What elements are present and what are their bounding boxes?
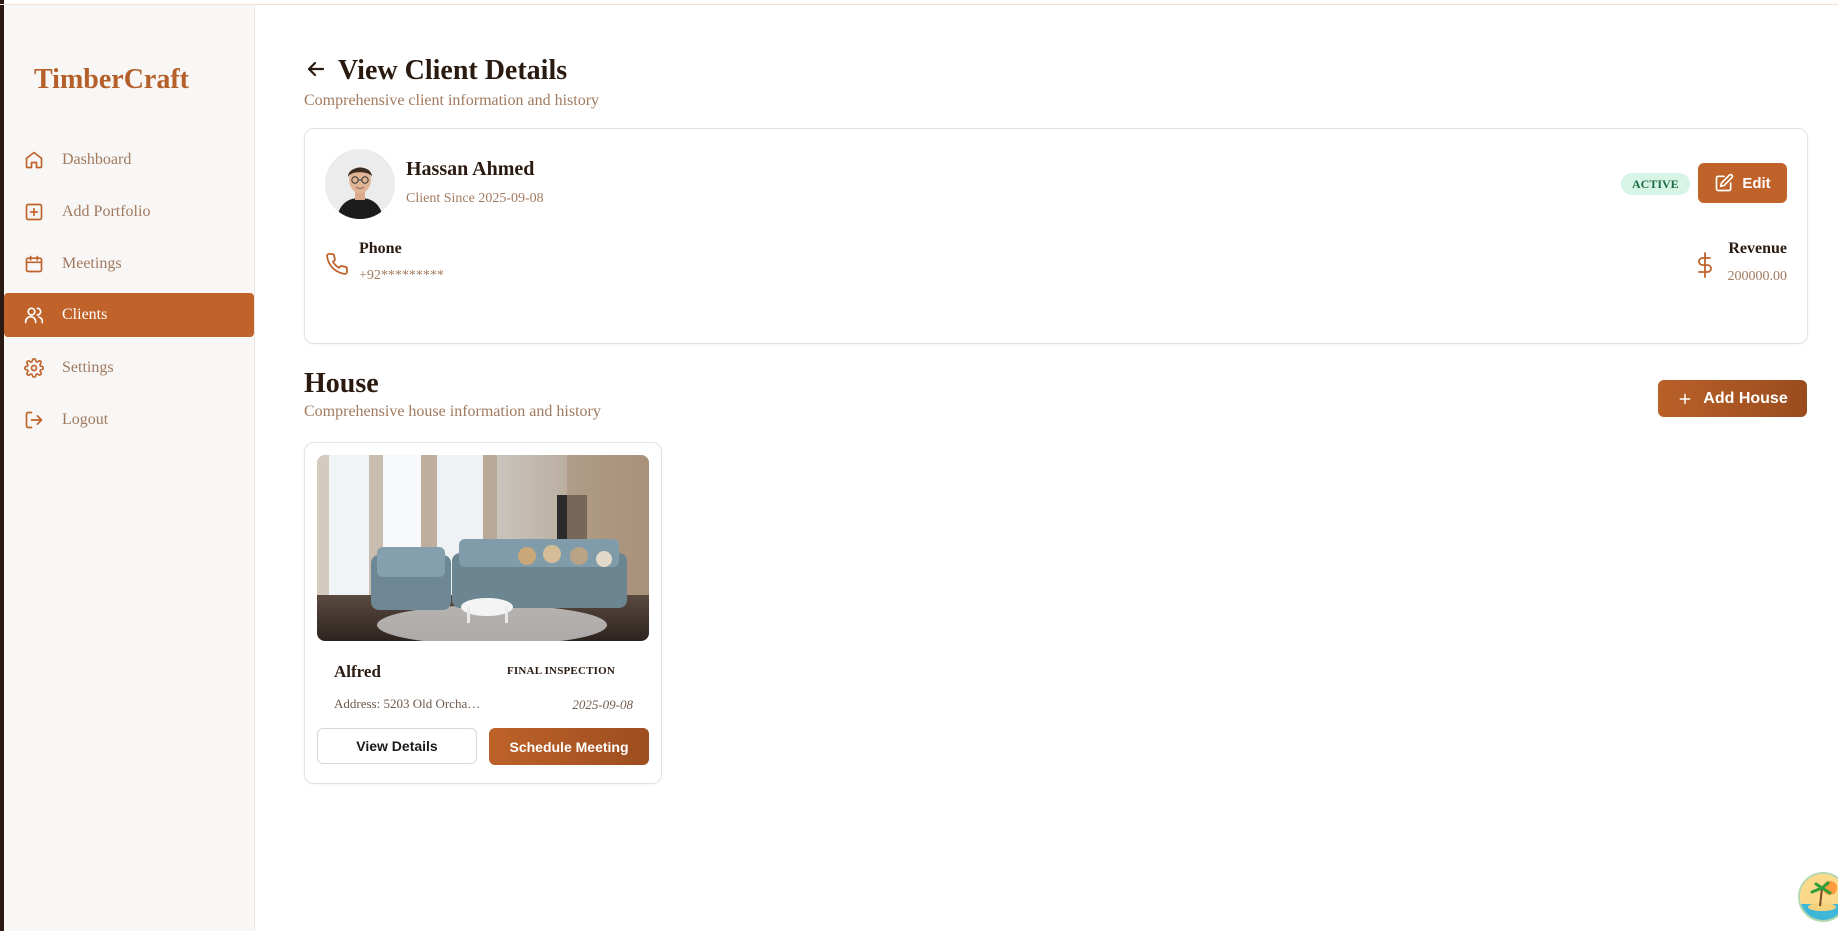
page-title: View Client Details	[338, 55, 568, 86]
sidebar-item-clients[interactable]: Clients	[4, 293, 254, 337]
logout-icon	[24, 410, 44, 430]
sidebar-item-settings[interactable]: Settings	[4, 346, 254, 390]
sidebar-item-label: Settings	[62, 359, 114, 376]
sidebar-item-meetings[interactable]: Meetings	[4, 242, 254, 286]
sidebar-item-label: Meetings	[62, 255, 122, 272]
client-name: Hassan Ahmed	[406, 158, 535, 180]
add-house-button[interactable]: Add House	[1658, 380, 1807, 417]
back-arrow-icon[interactable]	[304, 57, 328, 81]
house-section-subtitle: Comprehensive house information and hist…	[304, 403, 601, 420]
sidebar-item-label: Dashboard	[62, 151, 132, 168]
sidebar-item-label: Clients	[62, 306, 108, 323]
main-content: View Client Details Comprehensive client…	[255, 5, 1838, 931]
status-badge: ACTIVE	[1621, 173, 1690, 195]
brand-logo-text[interactable]: TimberCraft	[34, 64, 189, 96]
sidebar-item-logout[interactable]: Logout	[4, 398, 254, 442]
sidebar-item-label: Logout	[62, 411, 109, 428]
sidebar-item-dashboard[interactable]: Dashboard	[4, 138, 254, 182]
schedule-meeting-button[interactable]: Schedule Meeting	[489, 728, 649, 765]
revenue-label: Revenue	[1728, 240, 1787, 257]
edit-button[interactable]: Edit	[1698, 163, 1787, 203]
sidebar-item-add-portfolio[interactable]: Add Portfolio	[4, 190, 254, 234]
house-address: Address: 5203 Old Orchard Rd	[334, 696, 484, 711]
client-since: Client Since 2025-09-08	[406, 191, 544, 206]
home-icon	[24, 150, 44, 170]
house-date: 2025-09-08	[572, 697, 633, 712]
house-status-badge: FINAL INSPECTION	[507, 665, 616, 677]
gear-icon	[24, 358, 44, 378]
client-card: Hassan Ahmed Client Since 2025-09-08 ACT…	[304, 128, 1808, 344]
sidebar: TimberCraft Dashboard Add Portfolio Meet…	[4, 5, 255, 931]
phone-icon	[325, 252, 349, 276]
add-house-label: Add House	[1703, 389, 1788, 407]
house-name: Alfred	[334, 662, 381, 681]
users-icon	[24, 305, 44, 325]
plus-icon	[1679, 393, 1691, 404]
phone-value: +92*********	[359, 268, 444, 283]
house-image[interactable]	[317, 455, 649, 641]
edit-icon	[1715, 173, 1734, 192]
plus-square-icon	[24, 202, 44, 222]
sidebar-item-label: Add Portfolio	[62, 203, 151, 220]
house-card: Alfred FINAL INSPECTION Address: 5203 Ol…	[304, 442, 662, 784]
dollar-icon	[1693, 252, 1717, 278]
phone-label: Phone	[359, 240, 402, 257]
calendar-icon	[24, 254, 44, 274]
view-details-button[interactable]: View Details	[317, 728, 477, 764]
avatar	[325, 149, 395, 219]
revenue-value: 200000.00	[1727, 269, 1788, 284]
edit-button-label: Edit	[1742, 174, 1771, 192]
page-subtitle: Comprehensive client information and his…	[304, 92, 600, 109]
house-section-title: House	[304, 368, 379, 399]
